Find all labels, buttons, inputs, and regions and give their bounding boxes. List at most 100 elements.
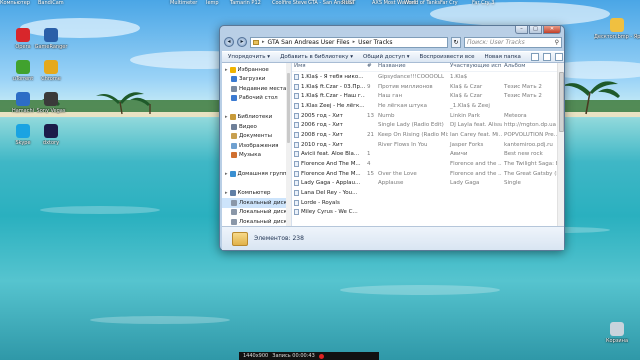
file-list-scrollbar[interactable] (557, 63, 564, 226)
nav-item[interactable]: Локальный диск (222, 217, 291, 226)
file-row[interactable]: Florence And The M... 15 Over the Love Flor… (292, 169, 564, 179)
file-album-cell: Meteora (504, 112, 527, 119)
audio-file-icon (294, 209, 299, 216)
close-button[interactable]: ✕ (543, 26, 561, 34)
audio-file-icon (294, 73, 299, 80)
nav-item[interactable]: Изображения (222, 141, 291, 151)
nav-item[interactable]: ▸ Компьютер (222, 189, 291, 199)
file-shortcut-icon (610, 18, 624, 32)
file-row[interactable]: 2005 год - Хит 13 Numb Linkin Park Meteora (292, 111, 564, 121)
folder-icon (232, 231, 248, 246)
address-bar[interactable]: ▸ GTA San Andreas User Files ▸ User Trac… (250, 36, 448, 48)
file-row[interactable]: Lady Gaga - Applau... Applause Lady Gaga Si… (292, 179, 564, 189)
desktop-top-icon-label[interactable]: RUST (342, 0, 355, 6)
expand-arrow-icon[interactable]: ▸ (225, 190, 228, 196)
new-folder-button[interactable]: Новая папка (485, 54, 521, 60)
column-header-album[interactable]: Альбом (502, 63, 557, 71)
nav-item[interactable]: Загрузки (222, 75, 291, 85)
desktop-shortcut[interactable]: GameRanger (28, 28, 74, 50)
refresh-button[interactable]: ↻ (451, 36, 461, 48)
nav-item[interactable]: ▸ Избранное (222, 65, 291, 75)
nav-item[interactable]: Локальный диск (222, 208, 291, 218)
nav-item[interactable]: Документы (222, 132, 291, 142)
file-name: Lana Del Rey - You... (301, 190, 358, 197)
recycle-bin[interactable]: Корзина (594, 322, 640, 344)
desktop-top-icon-label[interactable]: Coolfire Steve (272, 0, 307, 6)
desktop-top-icon-label[interactable]: Far Cry 3 (472, 0, 494, 6)
navigation-pane[interactable]: ▸ Избранное Загрузки Недавние места Рабочий … (222, 63, 292, 226)
file-list-scrollbar-thumb[interactable] (559, 72, 564, 132)
desktop-shortcut[interactable]: Десктоп.bmp - Ярлык (594, 18, 640, 40)
file-row[interactable]: 2010 год - Хит River Flows In You Jasper F… (292, 140, 564, 150)
file-row[interactable]: Avicii feat. Aloe Bla... 1 Авичи Best new r… (292, 150, 564, 160)
desktop-top-icon-label[interactable]: Far Cry (440, 0, 458, 6)
search-input[interactable]: Поиск: User Tracks ⚲ (464, 36, 562, 48)
add-to-library-button[interactable]: Добавить в библиотеку ▾ (280, 54, 353, 60)
desktop-top-icon-label[interactable]: BandiCam (38, 0, 64, 6)
file-row[interactable]: Lana Del Rey - You... (292, 188, 564, 198)
expand-arrow-icon[interactable]: ▸ (225, 67, 228, 73)
desktop-shortcut[interactable]: Sony Vegas (28, 92, 74, 114)
forward-button[interactable]: ▸ (237, 37, 247, 47)
maximize-button[interactable]: □ (529, 26, 542, 34)
file-row[interactable]: 2008 год - Хит 21 Keep On Rising (Radio Mi… (292, 130, 564, 140)
desktop-top-icon-label[interactable]: World of Tanks (404, 0, 440, 6)
minimize-button[interactable]: – (515, 26, 528, 34)
help-icon[interactable] (554, 53, 563, 61)
breadcrumb-separator-icon: ▸ (262, 39, 265, 45)
nav-item[interactable]: Локальный диск (222, 198, 291, 208)
nav-folder-icon (231, 76, 237, 83)
column-header-number[interactable]: # (365, 63, 376, 71)
desktop-top-icon-label[interactable]: Multimeter (170, 0, 197, 6)
desktop-top-icon-label[interactable]: Компьютер (0, 0, 30, 6)
column-header-artist[interactable]: Участвующие исп... (448, 63, 502, 71)
breadcrumb-item[interactable]: User Tracks (358, 39, 392, 46)
column-header-name[interactable]: Имя (292, 63, 365, 71)
nav-group-icon (229, 171, 236, 178)
file-title-cell: Applause (378, 180, 404, 187)
nav-scrollbar-thumb[interactable] (287, 73, 290, 143)
file-row[interactable]: 1.Klas Zeej - Не лёгк... Не лёгкая штука _… (292, 101, 564, 111)
back-button[interactable]: ◂ (224, 37, 234, 47)
file-row[interactable]: 1.Kla$ ft.Czar - Наш г... Наш ган Kla$ & C… (292, 91, 564, 101)
view-options-icon[interactable] (530, 53, 539, 61)
file-title-cell: Наш ган (378, 93, 403, 100)
nav-item[interactable]: Рабочий стол (222, 94, 291, 104)
file-name-cell: 2005 год - Хит (292, 112, 365, 119)
desktop-shortcut[interactable]: dxtory (28, 124, 74, 146)
explorer-window[interactable]: – □ ✕ ◂ ▸ ▸ GTA San Andreas User Files ▸… (219, 25, 565, 251)
file-name-cell: 2010 год - Хит (292, 141, 365, 148)
expand-arrow-icon[interactable]: ▸ (225, 114, 228, 120)
file-list[interactable]: Имя # Название Участвующие исп... Альбом… (292, 63, 564, 226)
file-row[interactable]: 2006 год - Хит Single Lady (Radio Edit) DJ… (292, 120, 564, 130)
file-row[interactable]: 1.Kla$ - Я тебя нико... Gipsydance!!!COOO… (292, 72, 564, 82)
audio-file-icon (294, 112, 299, 119)
preview-pane-icon[interactable] (542, 53, 551, 61)
nav-item[interactable]: ▸ Домашняя группа (222, 170, 291, 180)
file-row[interactable]: Miley Cyrus - We C... (292, 208, 564, 218)
explorer-content: ▸ Избранное Загрузки Недавние места Рабочий … (222, 63, 564, 226)
file-album-cell: Single (504, 180, 521, 187)
organize-button[interactable]: Упорядочить ▾ (228, 54, 270, 60)
file-row[interactable]: 1.Kla$ ft.Czar - 03.Пр... 9 Против миллион… (292, 82, 564, 92)
file-row[interactable]: Lorde - Royals (292, 198, 564, 208)
file-row[interactable]: Florence And The M... 4 Florence and the .… (292, 159, 564, 169)
nav-item[interactable]: Недавние места (222, 84, 291, 94)
nav-item-label: Документы (239, 133, 272, 140)
file-album-cell: The Twilight Saga: E... (504, 161, 557, 168)
play-all-button[interactable]: Воспроизвести все (420, 54, 475, 60)
recycle-bin-icon (610, 322, 624, 336)
nav-item[interactable]: Видео (222, 122, 291, 132)
share-button[interactable]: Общий доступ ▾ (363, 54, 410, 60)
nav-item[interactable]: ▸ Библиотеки (222, 113, 291, 123)
nav-item[interactable]: Музыка (222, 151, 291, 161)
desktop-top-icon-label[interactable]: Iemp (206, 0, 219, 6)
expand-arrow-icon[interactable]: ▸ (225, 171, 228, 177)
breadcrumb-item[interactable]: GTA San Andreas User Files (268, 39, 350, 46)
nav-scrollbar[interactable] (286, 63, 291, 226)
record-icon[interactable] (318, 353, 324, 359)
desktop-top-icon-label[interactable]: Tamarin P12 (230, 0, 261, 6)
desktop-shortcut[interactable]: Chrome (28, 60, 74, 82)
column-header-title[interactable]: Название (376, 63, 448, 71)
